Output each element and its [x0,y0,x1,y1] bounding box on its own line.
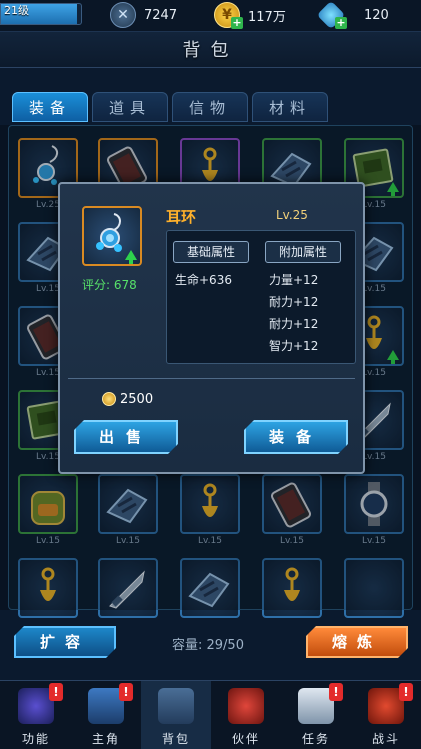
nav-label: 主角 [91,732,120,746]
item-name: 耳环 [166,208,197,226]
nav-item-1[interactable]: 主角! [71,681,141,749]
coin-icon [102,392,116,406]
power-indicator: ✕ 7247 [110,2,178,28]
tab-equipment[interactable]: 装备 [12,92,88,122]
nav-label: 任务 [301,732,330,746]
nav-item-0[interactable]: 功能! [1,681,71,749]
extra-attr-line: 智力+12 [269,339,319,353]
notification-badge: ! [399,683,413,701]
nav-item-4[interactable]: 任务! [281,681,351,749]
extra-attr-line: 耐力+12 [269,295,319,309]
capacity-text: 容量: 29/50 [172,638,244,653]
crossed-swords-icon: ✕ [110,2,136,28]
notification-badge: ! [119,683,133,701]
item-detail-popup: 耳环 Lv.25 评分: 678 基础属性 附加属性 生命+636 力量+12 … [58,182,365,474]
notification-badge: ! [49,683,63,701]
nav-item-3[interactable]: 伙伴 [211,681,281,749]
item-level: Lv.25 [276,208,308,222]
extra-attr-line: 力量+12 [269,273,319,287]
sell-price: 2500 [120,392,154,407]
nav-label: 背包 [161,732,190,746]
smelt-button[interactable]: 熔炼 [306,626,408,658]
base-attr-line: 生命+636 [175,273,232,287]
equip-button[interactable]: 装备 [244,420,348,454]
nav-label: 战斗 [371,732,400,746]
item-score: 评分: 678 [82,278,137,292]
upgrade-arrow-icon [125,250,137,264]
coins-indicator[interactable]: ¥ 117万 [214,2,286,28]
sell-button[interactable]: 出售 [74,420,178,454]
earring-icon [82,206,142,266]
page-title: 背包 [182,40,239,61]
nav-item-2[interactable]: 背包 [141,681,211,749]
tab-items[interactable]: 道具 [92,92,168,122]
bag-icon [158,688,194,724]
tab-materials[interactable]: 材料 [252,92,328,122]
extra-attr-line: 耐力+12 [269,317,319,331]
nav-item-5[interactable]: 战斗! [351,681,421,749]
power-value: 7247 [144,7,178,23]
base-attributes-header: 基础属性 [173,241,249,263]
nav-label: 伙伴 [231,732,260,746]
expand-capacity-button[interactable]: 扩容 [14,626,116,658]
add-gems-plus-icon[interactable]: + [335,17,347,29]
coins-value: 117万 [248,9,286,25]
divider [68,378,355,379]
gems-value: 120 [364,7,389,23]
notification-badge: ! [329,683,343,701]
gems-indicator[interactable]: 120 [316,0,389,30]
add-coins-plus-icon[interactable]: + [231,17,243,29]
hero-icon [228,688,264,724]
player-level-text: 21级 [4,4,29,17]
attributes-panel: 基础属性 附加属性 生命+636 力量+12 耐力+12 耐力+12 智力+12 [166,230,356,364]
tab-tokens[interactable]: 信物 [172,92,248,122]
extra-attributes-header: 附加属性 [265,241,341,263]
nav-label: 功能 [21,732,50,746]
